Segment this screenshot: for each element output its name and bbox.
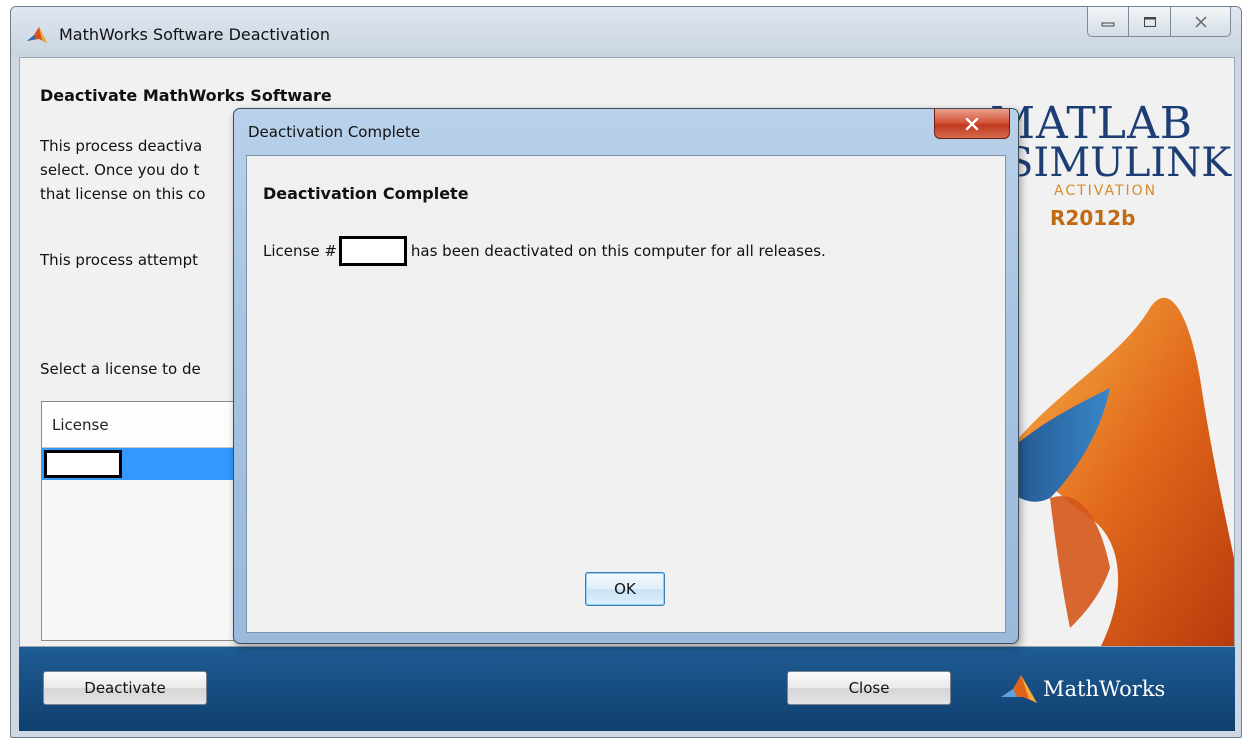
page-heading: Deactivate MathWorks Software xyxy=(40,86,332,105)
redacted-license-number xyxy=(338,236,407,266)
deactivation-complete-dialog: Deactivation Complete Deactivation Compl… xyxy=(233,108,1019,644)
redacted-license-number xyxy=(44,450,122,478)
description-line: This process attempt xyxy=(40,251,199,269)
window-controls xyxy=(1087,7,1231,37)
maximize-icon xyxy=(1143,16,1156,27)
title-bar[interactable]: MathWorks Software Deactivation xyxy=(11,7,1241,57)
close-dialog-button[interactable]: Close xyxy=(787,671,951,705)
description-line: that license on this co xyxy=(40,185,206,203)
dialog-close-button[interactable] xyxy=(934,109,1010,139)
description-line: This process deactiva xyxy=(40,137,203,155)
ok-button[interactable]: OK xyxy=(585,572,665,606)
logo-release-text: R2012b xyxy=(1050,206,1136,230)
window-title: MathWorks Software Deactivation xyxy=(59,25,330,44)
logo-simulink-text: SIMULINK xyxy=(1006,140,1232,186)
deactivate-button[interactable]: Deactivate xyxy=(43,671,207,705)
select-license-label: Select a license to de xyxy=(40,360,201,378)
message-suffix: has been deactivated on this computer fo… xyxy=(410,242,826,260)
dialog-body: Deactivation Complete License # has been… xyxy=(246,155,1006,633)
minimize-icon xyxy=(1101,22,1115,26)
mathworks-logo: MathWorks xyxy=(999,671,1165,707)
dialog-title: Deactivation Complete xyxy=(248,123,421,141)
dialog-message: License # has been deactivated on this c… xyxy=(263,236,826,266)
close-button[interactable] xyxy=(1171,7,1231,37)
mathworks-logo-text: MathWorks xyxy=(1043,677,1166,701)
close-icon xyxy=(965,117,979,130)
maximize-button[interactable] xyxy=(1129,7,1171,37)
description-line: select. Once you do t xyxy=(40,161,200,179)
minimize-button[interactable] xyxy=(1087,7,1129,37)
footer-bar: Deactivate Close MathWorks xyxy=(19,647,1235,731)
matlab-membrane-icon xyxy=(27,27,47,43)
mathworks-membrane-icon xyxy=(1001,675,1037,703)
message-prefix: License # xyxy=(263,242,337,260)
logo-activation-text: ACTIVATION xyxy=(1054,183,1158,199)
close-icon xyxy=(1194,15,1207,28)
dialog-heading: Deactivation Complete xyxy=(263,184,469,203)
